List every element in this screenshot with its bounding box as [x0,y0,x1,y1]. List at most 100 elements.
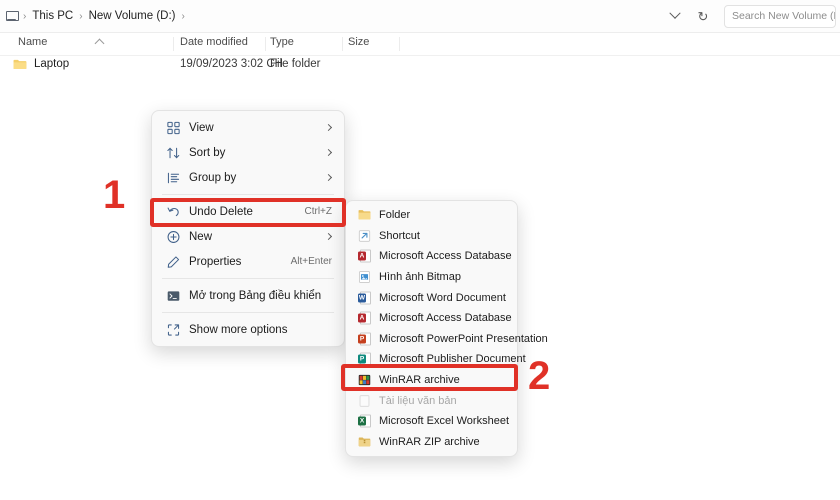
column-headers: Name Date modified Type Size [0,36,840,54]
context-menu-item-new[interactable]: New [156,224,340,249]
table-row[interactable]: Laptop 19/09/2023 3:02 CH File folder [0,58,840,74]
submenu-item-microsoft-word-document[interactable]: W Microsoft Word Document [350,287,513,308]
column-divider[interactable] [265,37,266,51]
chevron-right-icon [324,123,333,132]
recent-locations-button[interactable] [662,4,688,28]
breadcrumb-item-this-pc[interactable]: This PC [32,10,73,22]
context-menu-item-label: Sort by [189,146,226,159]
search-input[interactable]: Search New Volume (D:) [724,4,836,28]
context-menu-divider [162,312,334,313]
column-header-name[interactable]: Name [18,36,47,48]
column-divider[interactable] [342,37,343,51]
folder-icon [358,210,371,220]
submenu-item-label: Microsoft Word Document [379,291,506,304]
submenu-item-microsoft-access-database[interactable]: A Microsoft Access Database [350,246,513,267]
context-menu-item-sort-by[interactable]: Sort by [156,140,340,165]
submenu-item-label: Microsoft PowerPoint Presentation [379,332,548,345]
header-divider [0,32,840,33]
submenu-item-label: Microsoft Excel Worksheet [379,415,510,428]
context-menu-item-group-by[interactable]: Group by [156,165,340,190]
file-explorer-window: › This PC › New Volume (D:) › ↻ Search N… [0,0,840,500]
submenu-item-label: Tài liệu văn bản [379,394,457,407]
submenu-item-text-document[interactable]: Tài liệu văn bản [350,390,513,411]
chevron-down-icon [669,7,681,19]
text-document-icon [359,394,370,407]
word-icon: W [358,291,371,305]
address-bar-actions: ↻ Search New Volume (D:) [662,4,840,28]
bitmap-image-icon [359,271,370,283]
submenu-item-bitmap-image[interactable]: Hình ảnh Bitmap [350,267,513,288]
submenu-item-label: Microsoft Access Database [379,250,512,263]
column-divider[interactable] [173,37,174,51]
group-by-icon [167,172,180,183]
submenu-item-label: WinRAR ZIP archive [379,435,480,448]
refresh-button[interactable]: ↻ [690,4,716,28]
more-options-icon [167,323,180,336]
column-header-size[interactable]: Size [348,36,369,48]
header-row-divider [0,55,840,56]
context-menu: View Sort by Group by Undo Delete Ctrl+Z… [151,110,345,347]
new-plus-icon [167,230,180,243]
view-grid-icon [167,121,180,134]
submenu-item-shortcut[interactable]: Shortcut [350,226,513,247]
breadcrumb-separator: › [23,10,27,22]
submenu-item-label: Shortcut [379,229,420,242]
annotation-step-2: 2 [528,354,551,398]
context-menu-item-shortcut: Ctrl+Z [304,206,333,217]
context-menu-item-open-in-terminal[interactable]: Mở trong Bảng điều khiển [156,283,340,308]
chevron-right-icon [324,232,333,241]
publisher-icon: P [358,352,371,366]
context-menu-item-label: Properties [189,255,242,268]
chevron-right-icon [324,173,333,182]
winrar-icon [358,374,371,386]
submenu-item-label: Microsoft Access Database [379,312,512,325]
shortcut-icon [358,230,371,242]
context-menu-item-label: Group by [189,171,237,184]
terminal-icon [167,290,180,301]
column-divider[interactable] [399,37,400,51]
access-icon: A [358,311,371,325]
excel-icon: X [358,414,371,428]
file-name[interactable]: Laptop [34,58,69,70]
context-menu-item-properties[interactable]: Properties Alt+Enter [156,249,340,274]
breadcrumb[interactable]: › This PC › New Volume (D:) › [0,5,662,27]
this-pc-icon [6,11,19,21]
breadcrumb-separator: › [79,10,83,22]
annotation-step-1: 1 [103,173,126,217]
context-menu-item-show-more-options[interactable]: Show more options [156,317,340,342]
context-menu-item-label: Show more options [189,323,288,336]
submenu-item-microsoft-excel-worksheet[interactable]: X Microsoft Excel Worksheet [350,411,513,432]
context-menu-item-shortcut: Alt+Enter [290,256,332,267]
context-menu-divider [162,278,334,279]
submenu-item-label: Hình ảnh Bitmap [379,271,461,284]
column-header-type[interactable]: Type [270,36,294,48]
submenu-item-microsoft-powerpoint-presentation[interactable]: P Microsoft PowerPoint Presentation [350,329,548,350]
file-date-modified: 19/09/2023 3:02 CH [180,58,283,70]
context-menu-item-undo-delete[interactable]: Undo Delete Ctrl+Z [156,199,340,224]
address-bar: › This PC › New Volume (D:) › ↻ Search N… [0,0,840,32]
breadcrumb-item-new-volume[interactable]: New Volume (D:) [89,10,176,22]
submenu-item-label: WinRAR archive [379,374,460,387]
properties-icon [167,255,180,268]
context-menu-item-label: View [189,121,214,134]
submenu-item-winrar-archive[interactable]: WinRAR archive [350,370,513,391]
context-menu-item-view[interactable]: View [156,115,340,140]
context-menu-item-label: Undo Delete [189,205,253,218]
new-submenu: Folder Shortcut A Microsoft Access Datab… [345,200,548,458]
refresh-icon: ↻ [697,8,709,24]
submenu-item-winrar-zip-archive[interactable]: WinRAR ZIP archive [350,432,513,453]
submenu-item-microsoft-publisher-document[interactable]: P Microsoft Publisher Document [350,349,526,370]
context-menu-divider [162,194,334,195]
submenu-item-label: Microsoft Publisher Document [379,353,526,366]
file-type: File folder [270,58,321,70]
chevron-right-icon [324,148,333,157]
submenu-item-microsoft-access-database-2[interactable]: A Microsoft Access Database [350,308,513,329]
submenu-item-folder[interactable]: Folder [350,205,513,226]
context-menu-item-label: Mở trong Bảng điều khiển [189,289,322,302]
breadcrumb-separator: › [181,10,185,22]
sort-icon [167,147,180,158]
winrar-zip-icon [358,437,371,447]
column-header-date-modified[interactable]: Date modified [180,36,248,48]
context-menu-item-label: New [189,230,213,243]
access-icon: A [358,249,371,263]
